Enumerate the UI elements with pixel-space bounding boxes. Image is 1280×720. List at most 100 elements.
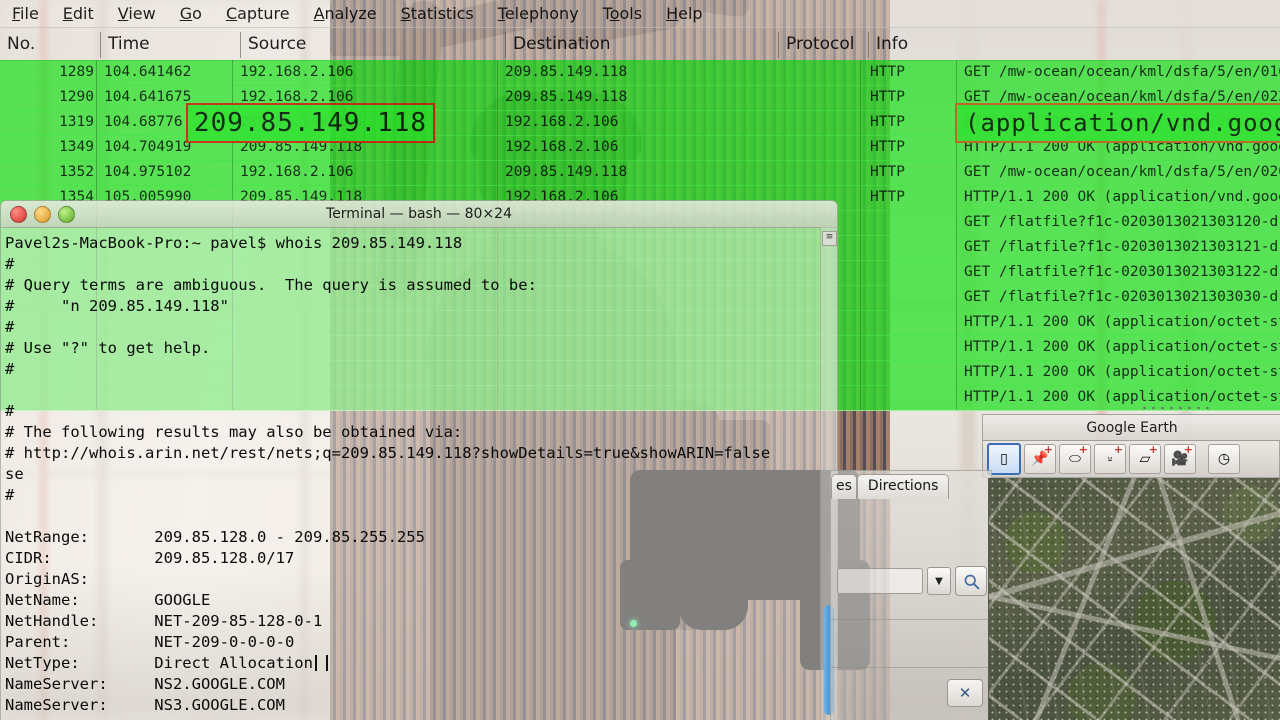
terminal-output[interactable]: Pavel2s-MacBook-Pro:~ pavel$ whois 209.8… xyxy=(1,227,821,720)
cell-time: 104.704919 xyxy=(104,139,192,155)
column-separator xyxy=(956,235,957,260)
menu-item-capture[interactable]: Capture xyxy=(214,2,302,25)
column-separator xyxy=(956,310,957,335)
panel-divider xyxy=(831,619,991,620)
search-panel-tabs[interactable]: es Directions xyxy=(831,471,991,499)
cell-no: 1289 xyxy=(59,64,94,80)
close-icon[interactable] xyxy=(10,206,27,223)
window-drag-handle[interactable] xyxy=(1140,404,1210,412)
cell-protocol: HTTP xyxy=(870,64,905,80)
google-earth-search-panel: es Directions ▼ ✕ xyxy=(830,470,992,720)
packet-row[interactable]: 1352 104.975102 192.168.2.106 209.85.149.11… xyxy=(0,160,1280,186)
text-cursor-icon xyxy=(314,655,328,671)
menu-item-edit[interactable]: Edit xyxy=(51,2,106,25)
menu-item-file[interactable]: File xyxy=(0,2,51,25)
terminal-line: # xyxy=(5,318,15,336)
column-header-no[interactable]: No. xyxy=(0,32,35,58)
scrollbar-menu-icon[interactable]: ≡ xyxy=(822,231,837,246)
record-tour-icon[interactable]: 🎥 + xyxy=(1164,444,1196,474)
terminal-title-bar[interactable]: Terminal — bash — 80×24 xyxy=(1,201,837,228)
column-header-protocol[interactable]: Protocol xyxy=(778,32,855,58)
cell-source: 192.168.2.106 xyxy=(240,164,354,180)
google-earth-title-bar[interactable]: Google Earth xyxy=(982,414,1280,441)
menu-item-help[interactable]: Help xyxy=(654,2,714,25)
cell-destination: 209.85.149.118 xyxy=(505,164,628,180)
column-separator xyxy=(497,135,498,160)
cell-time: 104.975102 xyxy=(104,164,192,180)
column-separator xyxy=(96,160,97,185)
close-button[interactable]: ✕ xyxy=(947,679,983,707)
menu-item-view[interactable]: View xyxy=(106,2,168,25)
cell-time: 104.641675 xyxy=(104,89,192,105)
google-earth-satellite-view[interactable] xyxy=(988,478,1280,720)
column-separator xyxy=(956,185,957,210)
terminal-title: Terminal — bash — 80×24 xyxy=(326,206,512,222)
menu-item-analyze[interactable]: Analyze xyxy=(302,2,389,25)
panel-divider xyxy=(831,667,991,668)
terminal-line: Pavel2s-MacBook-Pro:~ pavel$ whois 209.8… xyxy=(5,234,463,252)
menu-item-statistics[interactable]: Statistics xyxy=(389,2,486,25)
polygon-icon[interactable]: ⬭ + xyxy=(1059,444,1091,474)
terminal-line: OriginAS: xyxy=(5,570,89,588)
callout-info-text: (application/vnd.googl xyxy=(965,109,1280,137)
minimize-icon[interactable] xyxy=(34,206,51,223)
sidebar-toggle-icon[interactable]: ▯ xyxy=(987,443,1021,475)
google-earth-toolbar[interactable]: ▯ 📌 + ⬭ + ⸚ + ▱ + 🎥 + ◷ xyxy=(982,440,1280,478)
cell-info: HTTP/1.1 200 OK (application/vnd.google- xyxy=(964,189,1280,205)
screen: File Edit View Go Capture Analyze Statistics Te… xyxy=(0,0,1280,720)
search-row[interactable]: ▼ xyxy=(837,566,987,596)
menu-bar: File Edit View Go Capture Analyze Statistics Te… xyxy=(0,0,1280,28)
tab-directions[interactable]: Directions xyxy=(856,474,950,499)
column-separator xyxy=(860,285,861,310)
menu-item-go[interactable]: Go xyxy=(168,2,214,25)
column-separator xyxy=(497,60,498,85)
terminal-line: NameServer: NS3.GOOGLE.COM xyxy=(5,696,285,714)
column-separator xyxy=(96,60,97,85)
zoom-icon[interactable] xyxy=(58,206,75,223)
path-icon[interactable]: ⸚ + xyxy=(1094,444,1126,474)
zoom-callout-source-ip: 209.85.149.118 xyxy=(186,103,435,143)
search-input[interactable] xyxy=(837,568,923,594)
search-icon[interactable] xyxy=(955,566,987,596)
menu-item-tools[interactable]: Tools xyxy=(591,2,654,25)
callout-ip-text: 209.85.149.118 xyxy=(193,108,428,138)
cell-info: GET /mw-ocean/ocean/kml/dsfa/5/en/010.km… xyxy=(964,64,1280,80)
cell-info: HTTP/1.1 200 OK (application/octet-strea xyxy=(964,339,1280,355)
column-separator xyxy=(956,60,957,85)
terminal-line: # xyxy=(5,402,15,420)
cell-info: GET /flatfile?f1c-0203013021303120-d.300… xyxy=(964,214,1280,230)
packet-row[interactable]: 1289 104.641462 192.168.2.106 209.85.149.11… xyxy=(0,60,1280,86)
column-separator xyxy=(860,110,861,135)
terminal-line: NetHandle: NET-209-85-128-0-1 xyxy=(5,612,323,630)
column-separator xyxy=(860,85,861,110)
terminal-line: NetRange: 209.85.128.0 - 209.85.255.255 xyxy=(5,528,425,546)
tab-es[interactable]: es xyxy=(831,474,857,499)
column-separator xyxy=(860,135,861,160)
placemark-icon[interactable]: 📌 + xyxy=(1024,444,1056,474)
historical-imagery-clock-icon[interactable]: ◷ xyxy=(1208,444,1240,474)
column-header-info[interactable]: Info xyxy=(868,32,908,58)
google-earth-title: Google Earth xyxy=(1086,420,1178,436)
chevron-down-icon[interactable]: ▼ xyxy=(927,567,951,595)
terminal-window[interactable]: Terminal — bash — 80×24 Pavel2s-MacBook-… xyxy=(0,200,838,720)
window-controls[interactable] xyxy=(10,206,75,223)
plus-badge-icon: + xyxy=(1078,443,1088,456)
menu-item-telephony[interactable]: Telephony xyxy=(486,2,591,25)
column-separator xyxy=(96,135,97,160)
column-separator xyxy=(232,60,233,85)
column-header-destination[interactable]: Destination xyxy=(505,32,611,58)
column-header-time[interactable]: Time xyxy=(100,32,150,58)
column-separator xyxy=(860,235,861,260)
terminal-line: CIDR: 209.85.128.0/17 xyxy=(5,549,295,567)
column-header-source[interactable]: Source xyxy=(240,32,306,58)
image-overlay-icon[interactable]: ▱ + xyxy=(1129,444,1161,474)
column-separator xyxy=(860,185,861,210)
cell-no: 1352 xyxy=(59,164,94,180)
terminal-line: Parent: NET-209-0-0-0-0 xyxy=(5,633,295,651)
column-separator xyxy=(96,110,97,135)
column-separator xyxy=(956,285,957,310)
terminal-line: # xyxy=(5,486,15,504)
terminal-line: # "n 209.85.149.118" xyxy=(5,297,229,315)
column-separator xyxy=(860,260,861,285)
